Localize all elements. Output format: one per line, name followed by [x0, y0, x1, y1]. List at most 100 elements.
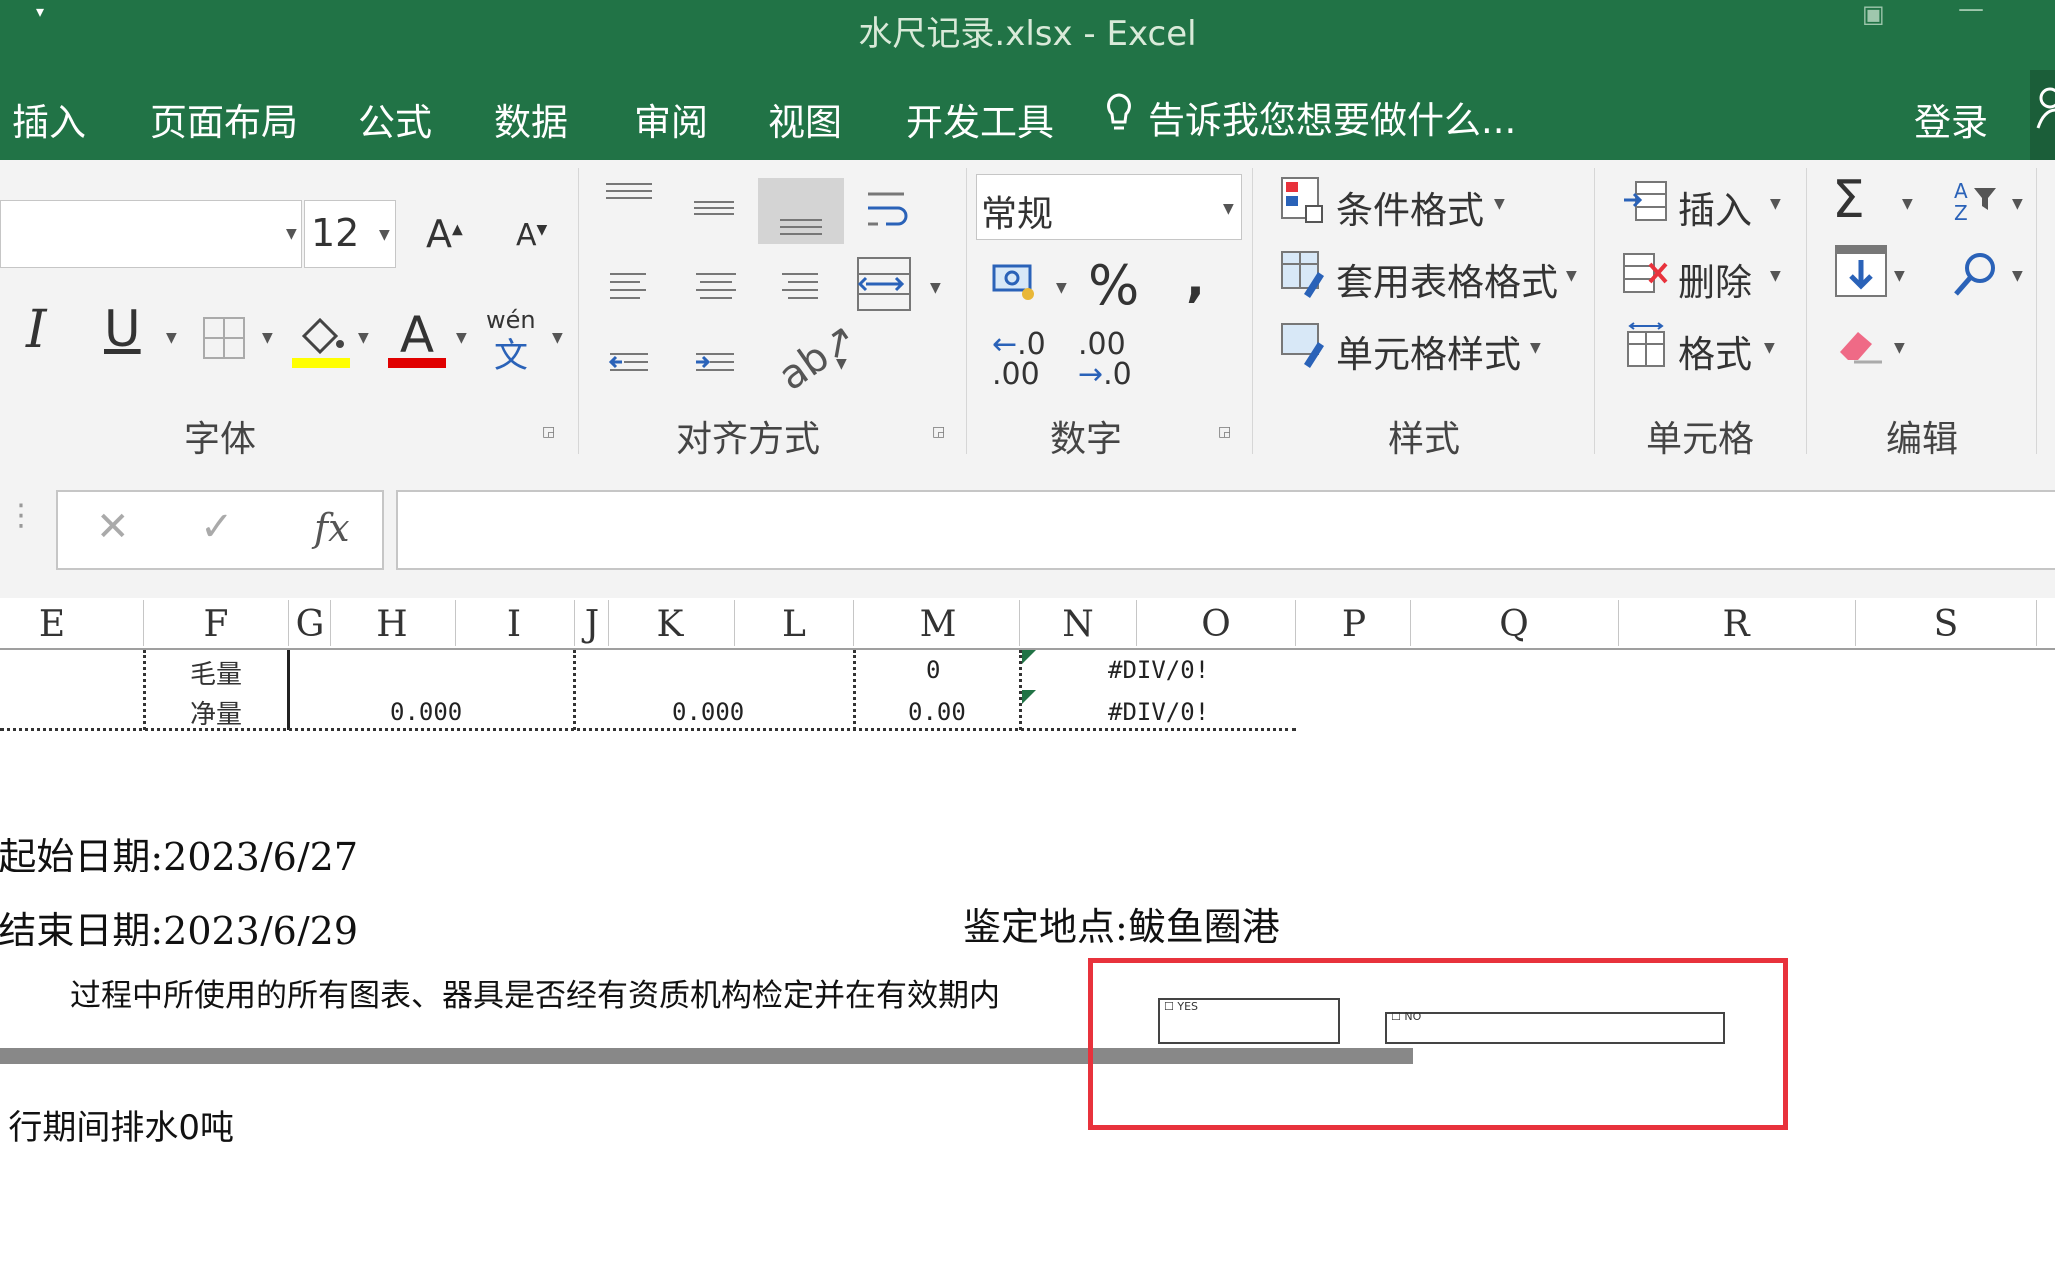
name-box-resize-handle[interactable]: ⋮ — [6, 501, 36, 531]
cell-styles-button[interactable]: 单元格样式 — [1336, 324, 1521, 378]
number-dialog-launcher-icon[interactable]: ◲ — [1218, 424, 1231, 440]
location-cell[interactable]: 鉴定地点:鲅鱼圈港 — [963, 896, 1280, 951]
format-as-table-button[interactable]: 套用表格格式 — [1336, 252, 1558, 306]
autosum-dropdown-icon[interactable]: ▼ — [1902, 196, 1913, 212]
tab-formulas[interactable]: 公式 — [358, 92, 432, 146]
sort-filter-dropdown-icon[interactable]: ▼ — [2012, 196, 2023, 212]
conditional-dropdown-icon[interactable]: ▼ — [1494, 196, 1505, 212]
font-color-icon[interactable]: A — [386, 308, 448, 370]
font-size-dropdown-icon[interactable]: ▼ — [379, 227, 390, 243]
gross-label[interactable]: 毛量 — [190, 654, 242, 691]
sign-in-link[interactable]: 登录 — [1914, 92, 1988, 146]
column-header-e[interactable]: E — [39, 604, 65, 645]
column-separator[interactable] — [1618, 600, 1619, 646]
column-separator[interactable] — [1019, 600, 1020, 646]
shrink-font-icon[interactable]: A▼ — [516, 218, 547, 253]
tab-view[interactable]: 视图 — [768, 92, 842, 146]
column-header-j[interactable]: J — [585, 604, 599, 645]
insert-cells-icon[interactable] — [1622, 180, 1670, 224]
accounting-dropdown-icon[interactable]: ▼ — [1056, 280, 1067, 296]
grow-font-icon[interactable]: A▲ — [426, 212, 463, 256]
phonetic-dropdown-icon[interactable]: ▼ — [552, 330, 563, 346]
font-name-dropdown-icon[interactable]: ▼ — [286, 226, 297, 242]
cell-o-gross[interactable]: #DIV/0! — [1108, 656, 1209, 684]
column-header-k[interactable]: K — [657, 604, 684, 645]
conditional-formatting-icon[interactable] — [1280, 176, 1328, 224]
column-header-p[interactable]: P — [1342, 604, 1366, 645]
sort-filter-icon[interactable]: A Z — [1952, 178, 2008, 224]
column-header-m[interactable]: M — [920, 604, 957, 645]
format-cells-dropdown-icon[interactable]: ▼ — [1764, 340, 1775, 356]
cell-m-net[interactable]: 0.00 — [908, 698, 966, 726]
autosum-icon[interactable]: Σ — [1832, 170, 1865, 230]
underline-dropdown-icon[interactable]: ▼ — [166, 330, 177, 346]
delete-cells-icon[interactable] — [1622, 252, 1670, 296]
question-cell[interactable]: 过程中所使用的所有图表、器具是否经有资质机构检定并在有效期内 — [70, 970, 1000, 1010]
font-name-box[interactable] — [0, 200, 302, 268]
tab-review[interactable]: 审阅 — [634, 92, 708, 146]
tab-page-layout[interactable]: 页面布局 — [150, 92, 298, 146]
insert-function-icon[interactable]: fx — [314, 506, 350, 550]
tab-insert[interactable]: 插入 — [12, 92, 86, 146]
column-separator[interactable] — [1136, 600, 1137, 646]
error-indicator-icon[interactable] — [1022, 650, 1038, 666]
column-separator[interactable] — [288, 600, 289, 646]
error-indicator-icon[interactable] — [1022, 690, 1038, 706]
column-separator[interactable] — [330, 600, 331, 646]
cell-o-net[interactable]: #DIV/0! — [1108, 698, 1209, 726]
fill-down-icon[interactable] — [1834, 244, 1888, 298]
comma-style-icon[interactable]: , — [1186, 250, 1205, 308]
borders-dropdown-icon[interactable]: ▼ — [262, 330, 273, 346]
borders-icon[interactable] — [202, 316, 246, 360]
column-separator[interactable] — [1410, 600, 1411, 646]
insert-cells-button[interactable]: 插入 — [1678, 180, 1752, 234]
net-label[interactable]: 净量 — [190, 694, 242, 731]
percent-style-icon[interactable]: % — [1088, 254, 1139, 317]
accounting-format-icon[interactable] — [992, 262, 1040, 302]
number-format-box[interactable]: 常规 ▼ — [976, 174, 1242, 240]
column-header-g[interactable]: G — [296, 604, 325, 645]
tell-me-search[interactable]: 告诉我您想要做什么... — [1148, 90, 1516, 144]
decrease-decimal-icon[interactable]: .00 →.0 — [1078, 330, 1132, 390]
underline-icon[interactable]: U — [104, 300, 141, 358]
find-select-icon[interactable] — [1952, 250, 2002, 300]
column-header-i[interactable]: I — [507, 604, 521, 645]
share-person-icon[interactable] — [2036, 86, 2055, 130]
column-separator[interactable] — [455, 600, 456, 646]
column-header-q[interactable]: Q — [1499, 604, 1529, 645]
column-header-s[interactable]: S — [1934, 604, 1959, 645]
column-separator[interactable] — [1295, 600, 1296, 646]
column-separator[interactable] — [608, 600, 609, 646]
cancel-entry-icon[interactable]: ✕ — [96, 504, 130, 550]
column-header-o[interactable]: O — [1201, 604, 1231, 645]
minimize-icon[interactable]: — — [1958, 0, 1984, 24]
conditional-formatting-button[interactable]: 条件格式 — [1336, 180, 1484, 234]
end-date-cell[interactable]: 结束日期:2023/6/29 — [0, 900, 358, 946]
orientation-dropdown-icon[interactable]: ▼ — [836, 356, 847, 372]
start-date-cell[interactable]: 起始日期:2023/6/27 — [0, 826, 358, 872]
column-separator[interactable] — [2036, 600, 2037, 646]
ribbon-display-options-icon[interactable]: ▣ — [1862, 0, 1885, 28]
fill-dropdown-icon[interactable]: ▼ — [1894, 268, 1905, 284]
increase-decimal-icon[interactable]: ←.0.00 — [992, 330, 1046, 390]
format-as-table-icon[interactable] — [1280, 250, 1328, 298]
merge-dropdown-icon[interactable]: ▼ — [930, 280, 941, 296]
insert-cells-dropdown-icon[interactable]: ▼ — [1770, 196, 1781, 212]
cell-styles-dropdown-icon[interactable]: ▼ — [1530, 340, 1541, 356]
find-select-dropdown-icon[interactable]: ▼ — [2012, 268, 2023, 284]
alignment-dialog-launcher-icon[interactable]: ◲ — [932, 424, 945, 440]
discharge-cell[interactable]: 行期间排水0吨 — [8, 1100, 234, 1144]
format-as-table-dropdown-icon[interactable]: ▼ — [1566, 268, 1577, 284]
clear-dropdown-icon[interactable]: ▼ — [1894, 340, 1905, 356]
fill-color-dropdown-icon[interactable]: ▼ — [358, 330, 369, 346]
merge-center-icon[interactable] — [856, 256, 914, 314]
cell-k-net[interactable]: 0.000 — [672, 698, 744, 726]
column-separator[interactable] — [853, 600, 854, 646]
tab-data[interactable]: 数据 — [494, 92, 568, 146]
cell-h-net[interactable]: 0.000 — [390, 698, 462, 726]
column-separator[interactable] — [143, 600, 144, 646]
cell-styles-icon[interactable] — [1280, 322, 1328, 370]
font-color-dropdown-icon[interactable]: ▼ — [456, 330, 467, 346]
font-size-box[interactable]: 12 ▼ — [304, 200, 396, 268]
tab-developer[interactable]: 开发工具 — [906, 92, 1054, 146]
